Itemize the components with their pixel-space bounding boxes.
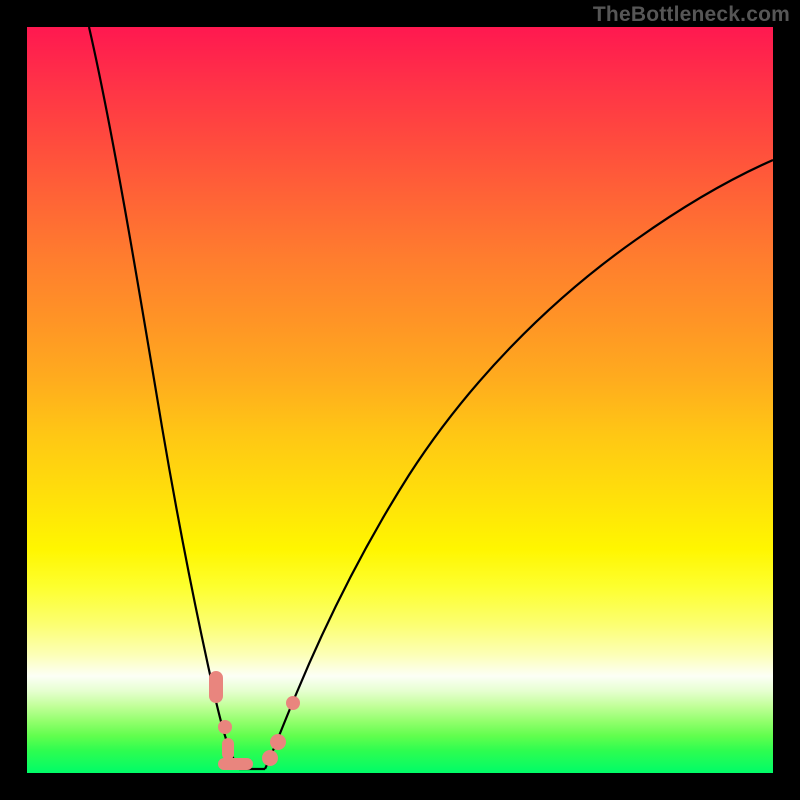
- curve-right-branch: [265, 160, 773, 769]
- data-marker: [218, 758, 253, 770]
- data-marker: [262, 750, 278, 766]
- data-marker: [218, 720, 232, 734]
- plot-area: [27, 27, 773, 773]
- watermark-text: TheBottleneck.com: [593, 3, 790, 27]
- data-marker: [286, 696, 300, 710]
- data-marker: [270, 734, 286, 750]
- data-marker: [209, 671, 223, 703]
- data-marker: [222, 738, 234, 760]
- chart-frame: TheBottleneck.com: [0, 0, 800, 800]
- curve-left-branch: [89, 27, 239, 769]
- curve-svg: [27, 27, 773, 773]
